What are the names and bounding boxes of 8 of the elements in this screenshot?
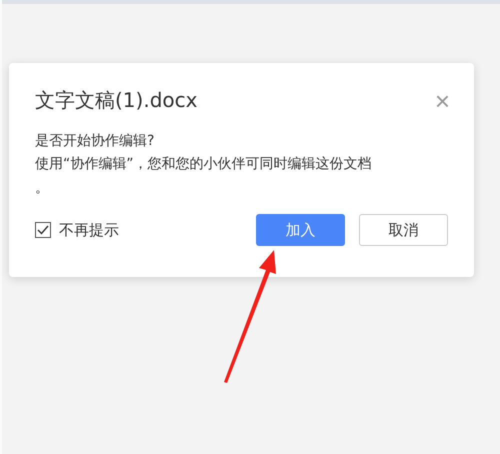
checkbox-label: 不再提示 <box>59 220 119 240</box>
message-text: 使用“协作编辑”，您和您的小伙伴可同时编辑这份文档。 <box>35 155 373 198</box>
cancel-button[interactable]: 取消 <box>359 214 448 246</box>
question-text: 是否开始协作编辑? <box>35 132 156 151</box>
close-button[interactable]: × <box>434 88 450 114</box>
join-button[interactable]: 加入 <box>256 214 345 246</box>
checkbox[interactable] <box>35 222 51 238</box>
dialog-title: 文字文稿(1).docx <box>35 87 198 114</box>
